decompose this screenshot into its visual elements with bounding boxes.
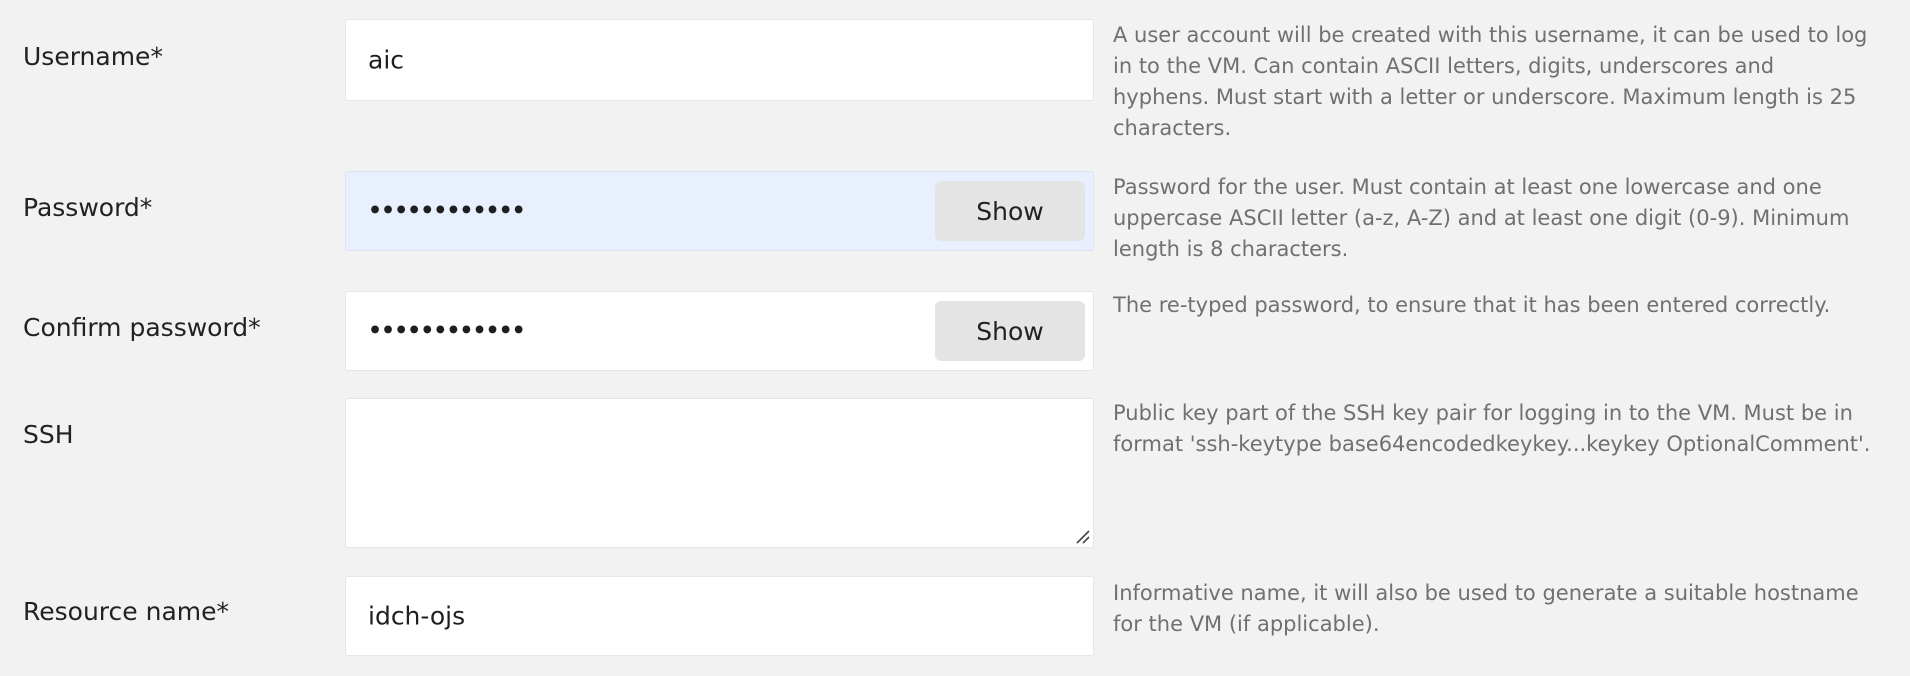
confirm-password-input[interactable]: •••••••••••• Show xyxy=(345,291,1094,371)
username-input[interactable]: aic xyxy=(345,19,1094,101)
ssh-textarea[interactable] xyxy=(345,398,1094,548)
confirm-password-help-text: The re-typed password, to ensure that it… xyxy=(1113,293,1831,317)
password-masked-value: •••••••••••• xyxy=(368,198,526,224)
ssh-help-text: Public key part of the SSH key pair for … xyxy=(1113,401,1871,456)
username-help-text: A user account will be created with this… xyxy=(1113,23,1868,140)
password-show-button[interactable]: Show xyxy=(935,181,1085,241)
password-label: Password* xyxy=(23,193,153,222)
resize-grip-icon[interactable] xyxy=(1074,528,1090,544)
confirm-password-masked-value: •••••••••••• xyxy=(368,318,526,344)
resource-name-input[interactable]: idch-ojs xyxy=(345,576,1094,656)
resource-name-label: Resource name* xyxy=(23,597,229,626)
resource-name-value: idch-ojs xyxy=(368,601,466,631)
confirm-password-show-button[interactable]: Show xyxy=(935,301,1085,361)
password-help-text: Password for the user. Must contain at l… xyxy=(1113,175,1850,261)
confirm-password-label: Confirm password* xyxy=(23,313,261,342)
username-label: Username* xyxy=(23,42,163,71)
password-input[interactable]: •••••••••••• Show xyxy=(345,171,1094,251)
ssh-label: SSH xyxy=(23,420,74,449)
resource-name-help-text: Informative name, it will also be used t… xyxy=(1113,581,1859,636)
username-value: aic xyxy=(368,45,405,75)
